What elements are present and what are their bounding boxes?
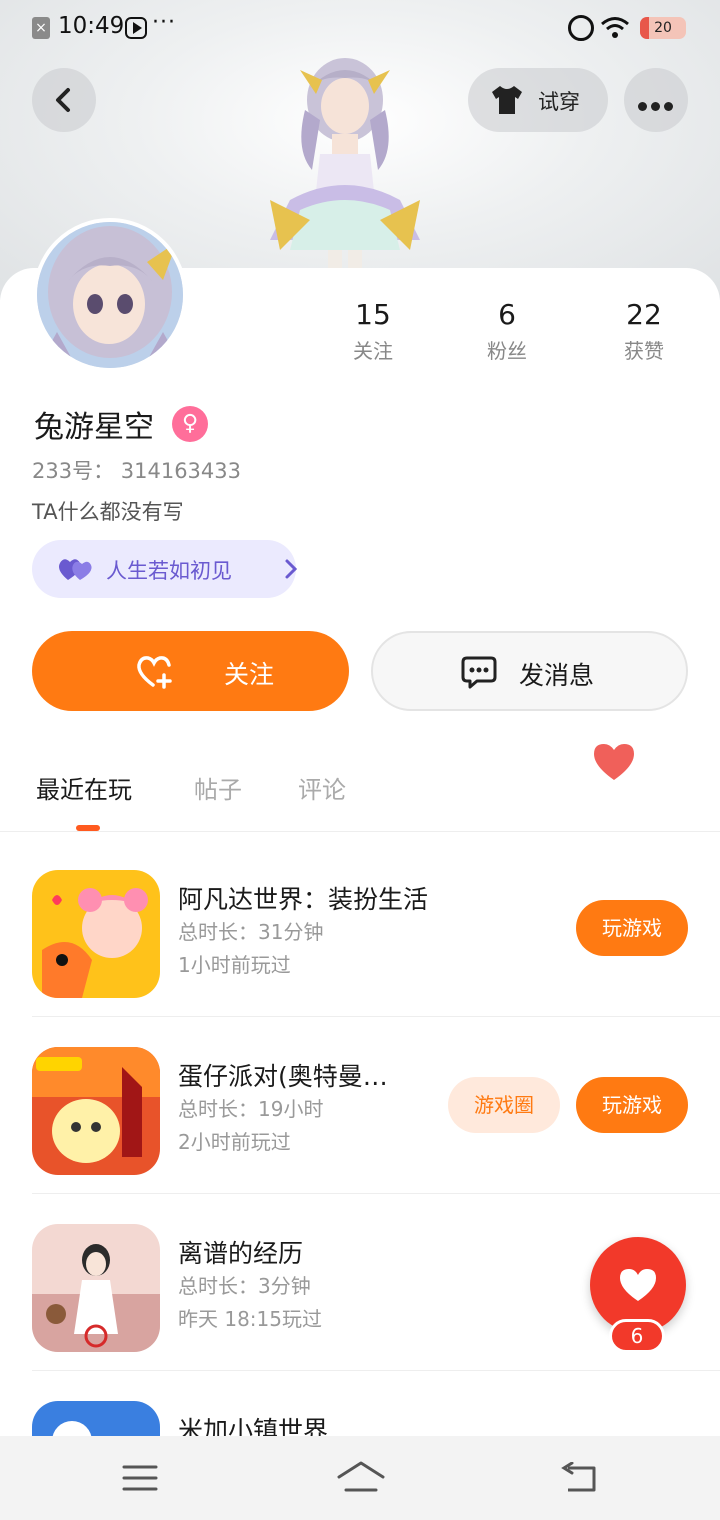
- game-row[interactable]: 阿凡达世界：装扮生活 总时长：31分钟 1小时前玩过 玩游戏: [0, 840, 720, 1017]
- home-icon[interactable]: [336, 1460, 386, 1494]
- back-nav-icon[interactable]: [560, 1462, 598, 1494]
- menu-icon[interactable]: [122, 1464, 158, 1492]
- tab-comments[interactable]: 评论: [298, 770, 346, 805]
- game-last-played: 2小时前玩过: [178, 1130, 291, 1154]
- follow-label: 关注: [224, 660, 275, 689]
- game-icon-weird-experience: [32, 1224, 160, 1352]
- clock: 10:49: [58, 13, 125, 39]
- notification-close-icon: ×: [32, 17, 50, 39]
- bio: TA什么都没有写: [32, 500, 184, 524]
- game-title: 离谱的经历: [178, 1239, 304, 1268]
- status-bar: × 10:49 ··· 20: [0, 0, 720, 56]
- following-count: 15: [355, 298, 391, 331]
- game-duration: 总时长：3分钟: [178, 1274, 311, 1298]
- following-label: 关注: [353, 339, 393, 363]
- username: 兔游星空: [34, 410, 154, 445]
- chat-bubble-icon: [461, 656, 497, 689]
- follow-button[interactable]: 关注: [32, 631, 349, 711]
- female-gender-icon: ♀: [172, 406, 208, 442]
- active-tab-indicator: [76, 825, 100, 831]
- chevron-right-icon: [285, 559, 298, 579]
- following-stat[interactable]: 15 关注: [323, 298, 423, 364]
- heart-icon[interactable]: [592, 742, 636, 782]
- wifi-icon: [601, 17, 629, 38]
- likes-label: 获赞: [624, 339, 664, 363]
- relationship-tag-label: 人生若如初见: [106, 559, 232, 583]
- fans-count: 6: [498, 298, 516, 331]
- avatar-3d-figure: [270, 58, 420, 270]
- video-app-icon: [125, 17, 147, 39]
- send-message-button[interactable]: 发消息: [371, 631, 688, 711]
- fans-label: 粉丝: [487, 339, 527, 363]
- play-game-button[interactable]: 玩游戏: [576, 1077, 688, 1133]
- battery-icon: 20: [640, 17, 686, 39]
- play-game-button[interactable]: 玩游戏: [576, 900, 688, 956]
- user-id: 233号： 314163433: [32, 459, 242, 483]
- tab-posts[interactable]: 帖子: [194, 770, 242, 805]
- try-on-label: 试穿: [538, 90, 580, 114]
- heart-plus-icon: [137, 656, 172, 689]
- likes-count: 22: [626, 298, 662, 331]
- game-title: 蛋仔派对(奥特曼…: [178, 1062, 388, 1091]
- game-duration: 总时长：19小时: [178, 1097, 324, 1121]
- game-circle-button[interactable]: 游戏圈: [448, 1077, 560, 1133]
- fans-stat[interactable]: 6 粉丝: [457, 298, 557, 364]
- game-icon-avatar-world: [32, 870, 160, 998]
- likes-stat[interactable]: 22 获赞: [594, 298, 694, 364]
- more-dots-icon: [638, 96, 677, 115]
- battery-level: 20: [654, 20, 672, 36]
- avatar[interactable]: [33, 218, 187, 372]
- alarm-icon: [568, 15, 594, 41]
- back-button[interactable]: [32, 68, 96, 132]
- chevron-left-icon: [56, 88, 70, 112]
- try-on-button[interactable]: 试穿: [468, 68, 608, 132]
- send-message-label: 发消息: [519, 661, 595, 690]
- more-options-button[interactable]: [624, 68, 688, 132]
- avatar-portrait: [37, 222, 183, 368]
- game-title: 阿凡达世界：装扮生活: [178, 885, 429, 914]
- game-last-played: 昨天 18:15玩过: [178, 1307, 322, 1331]
- game-icon-eggy-party: [32, 1047, 160, 1175]
- game-row[interactable]: 蛋仔派对(奥特曼… 总时长：19小时 2小时前玩过 游戏圈 玩游戏: [0, 1017, 720, 1194]
- like-count-badge: 6: [609, 1319, 665, 1353]
- shirt-icon: [492, 86, 522, 114]
- tab-recently-played[interactable]: 最近在玩: [36, 770, 132, 805]
- game-last-played: 1小时前玩过: [178, 953, 291, 977]
- game-duration: 总时长：31分钟: [178, 920, 324, 944]
- double-heart-icon: [59, 559, 92, 580]
- relationship-tag-button[interactable]: 人生若如初见: [32, 540, 298, 598]
- heart-icon: [620, 1269, 656, 1301]
- system-navigation-bar: [0, 1436, 720, 1520]
- more-notifications-icon: ···: [152, 10, 176, 35]
